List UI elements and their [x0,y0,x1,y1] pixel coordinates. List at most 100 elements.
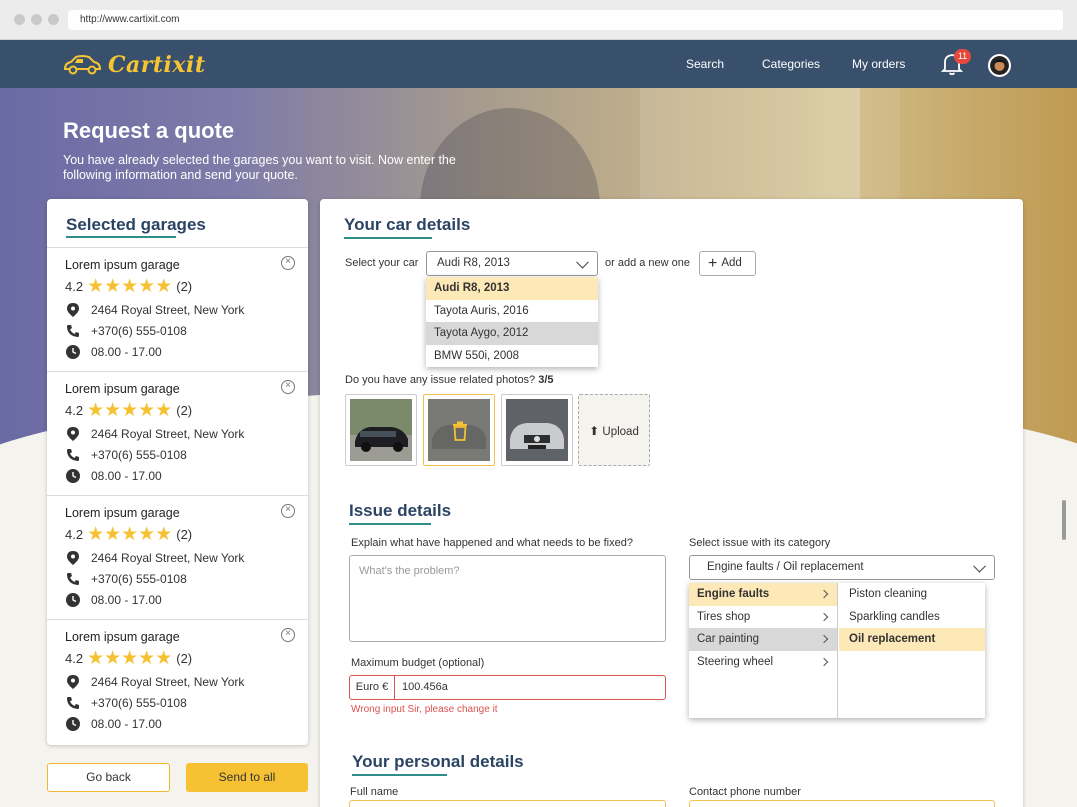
currency-prefix: Euro € [350,676,395,699]
clock-icon [65,592,81,608]
car-dropdown-menu: Audi R8, 2013 Tayota Auris, 2016 Tayota … [426,277,598,367]
car-photo-thumbnail[interactable] [501,394,573,466]
phone-icon [65,571,81,587]
issue-description-textarea[interactable]: What's the problem? [349,555,666,642]
garage-rating: 4.2 ★★★★★ (2) [65,276,193,297]
full-name-input[interactable] [349,800,666,807]
title-underline [344,237,432,239]
car-option[interactable]: Tayota Aygo, 2012 [426,322,598,345]
phone-label: Contact phone number [689,786,801,798]
garage-card: Lorem ipsum garage × 4.2 ★★★★★ (2) 2464 … [47,495,308,619]
notification-badge: 11 [954,49,971,64]
garage-phone: +370(6) 555-0108 [65,571,187,587]
garage-rating: 4.2 ★★★★★ (2) [65,400,193,421]
garage-card: Lorem ipsum garage × 4.2 ★★★★★ (2) 2464 … [47,247,308,371]
garage-phone: +370(6) 555-0108 [65,695,187,711]
location-pin-icon [65,674,81,690]
issue-details-title: Issue details [349,501,452,520]
garage-rating: 4.2 ★★★★★ (2) [65,648,193,669]
clock-icon [65,344,81,360]
full-name-label: Full name [350,786,399,798]
trash-icon[interactable] [452,421,468,441]
address-bar[interactable]: http://www.cartixit.com [68,10,1063,30]
remove-garage-icon[interactable]: × [281,380,295,394]
category-option[interactable]: Engine faults [689,583,837,606]
title-underline [352,774,447,776]
chevron-down-icon [576,255,589,269]
user-avatar-icon [990,56,1009,75]
budget-input[interactable]: Euro € 100.456a [349,675,666,700]
personal-details-title: Your personal details [352,752,524,771]
quote-form-card: Your car details Select your car Audi R8… [320,199,1023,807]
car-select[interactable]: Audi R8, 2013 [426,251,598,276]
selected-garages-title: Selected garages [66,215,206,234]
window-close-dot[interactable] [14,14,25,25]
garage-address: 2464 Royal Street, New York [65,674,244,690]
star-rating-icon: ★★★★★ [87,648,173,669]
garage-hours: 08.00 - 17.00 [65,592,162,608]
garage-hours: 08.00 - 17.00 [65,344,162,360]
scrollbar-thumb[interactable] [1062,500,1066,540]
category-option[interactable]: Steering wheel [689,651,837,674]
star-rating-icon: ★★★★★ [87,276,173,297]
upload-photo-button[interactable]: ⬆ Upload [578,394,650,466]
photos-count: 3/5 [538,374,554,386]
send-to-all-button[interactable]: Send to all [186,763,308,792]
title-underline [66,236,176,238]
subcategory-option[interactable]: Oil replacement [839,628,985,651]
logo-text: Cartixit [108,52,206,78]
category-option[interactable]: Tires shop [689,606,837,629]
remove-garage-icon[interactable]: × [281,628,295,642]
car-photo-thumbnail-selected[interactable] [423,394,495,466]
car-details-title: Your car details [344,215,471,234]
garage-name[interactable]: Lorem ipsum garage [65,258,180,272]
phone-input[interactable] [689,800,995,807]
garage-card: Lorem ipsum garage × 4.2 ★★★★★ (2) 2464 … [47,371,308,495]
add-new-car-label: or add a new one [605,257,691,269]
select-car-label: Select your car [345,257,419,269]
car-option[interactable]: Tayota Auris, 2016 [426,300,598,323]
car-option[interactable]: BMW 550i, 2008 [426,345,598,368]
garage-address: 2464 Royal Street, New York [65,550,244,566]
nav-search-link[interactable]: Search [686,57,724,71]
subcategory-option[interactable]: Sparkling candles [839,606,985,629]
nav-categories-link[interactable]: Categories [762,57,820,71]
garage-name[interactable]: Lorem ipsum garage [65,630,180,644]
explain-label: Explain what have happened and what need… [351,537,633,549]
garage-name[interactable]: Lorem ipsum garage [65,382,180,396]
remove-garage-icon[interactable]: × [281,504,295,518]
garage-address: 2464 Royal Street, New York [65,426,244,442]
category-label: Select issue with its category [689,537,831,549]
location-pin-icon [65,550,81,566]
garage-hours: 08.00 - 17.00 [65,468,162,484]
add-car-button[interactable]: + Add [699,251,756,276]
budget-error-message: Wrong input Sir, please change it [351,704,498,715]
window-minimize-dot[interactable] [31,14,42,25]
photos-question: Do you have any issue related photos? 3/… [345,374,554,386]
issue-category-select[interactable]: Engine faults / Oil replacement [689,555,995,580]
garage-name[interactable]: Lorem ipsum garage [65,506,180,520]
phone-icon [65,695,81,711]
car-photo-image [350,399,412,461]
location-pin-icon [65,426,81,442]
subcategory-option[interactable]: Piston cleaning [839,583,985,606]
nav-my-orders-link[interactable]: My orders [852,57,905,71]
page-title: Request a quote [63,118,235,143]
car-photo-image [506,399,568,461]
star-rating-icon: ★★★★★ [87,400,173,421]
phone-icon [65,447,81,463]
budget-value: 100.456a [402,681,448,693]
window-maximize-dot[interactable] [48,14,59,25]
go-back-button[interactable]: Go back [47,763,170,792]
car-option[interactable]: Audi R8, 2013 [426,277,598,300]
avatar[interactable] [988,54,1011,77]
location-pin-icon [65,302,81,318]
car-photo-thumbnail[interactable] [345,394,417,466]
logo[interactable]: Cartixit [62,50,206,80]
category-option[interactable]: Car painting [689,628,837,651]
selected-garages-panel: Selected garages Lorem ipsum garage × 4.… [47,199,308,745]
chevron-right-icon [819,657,829,666]
garage-card: Lorem ipsum garage × 4.2 ★★★★★ (2) 2464 … [47,619,308,743]
browser-chrome: http://www.cartixit.com [0,0,1077,40]
remove-garage-icon[interactable]: × [281,256,295,270]
